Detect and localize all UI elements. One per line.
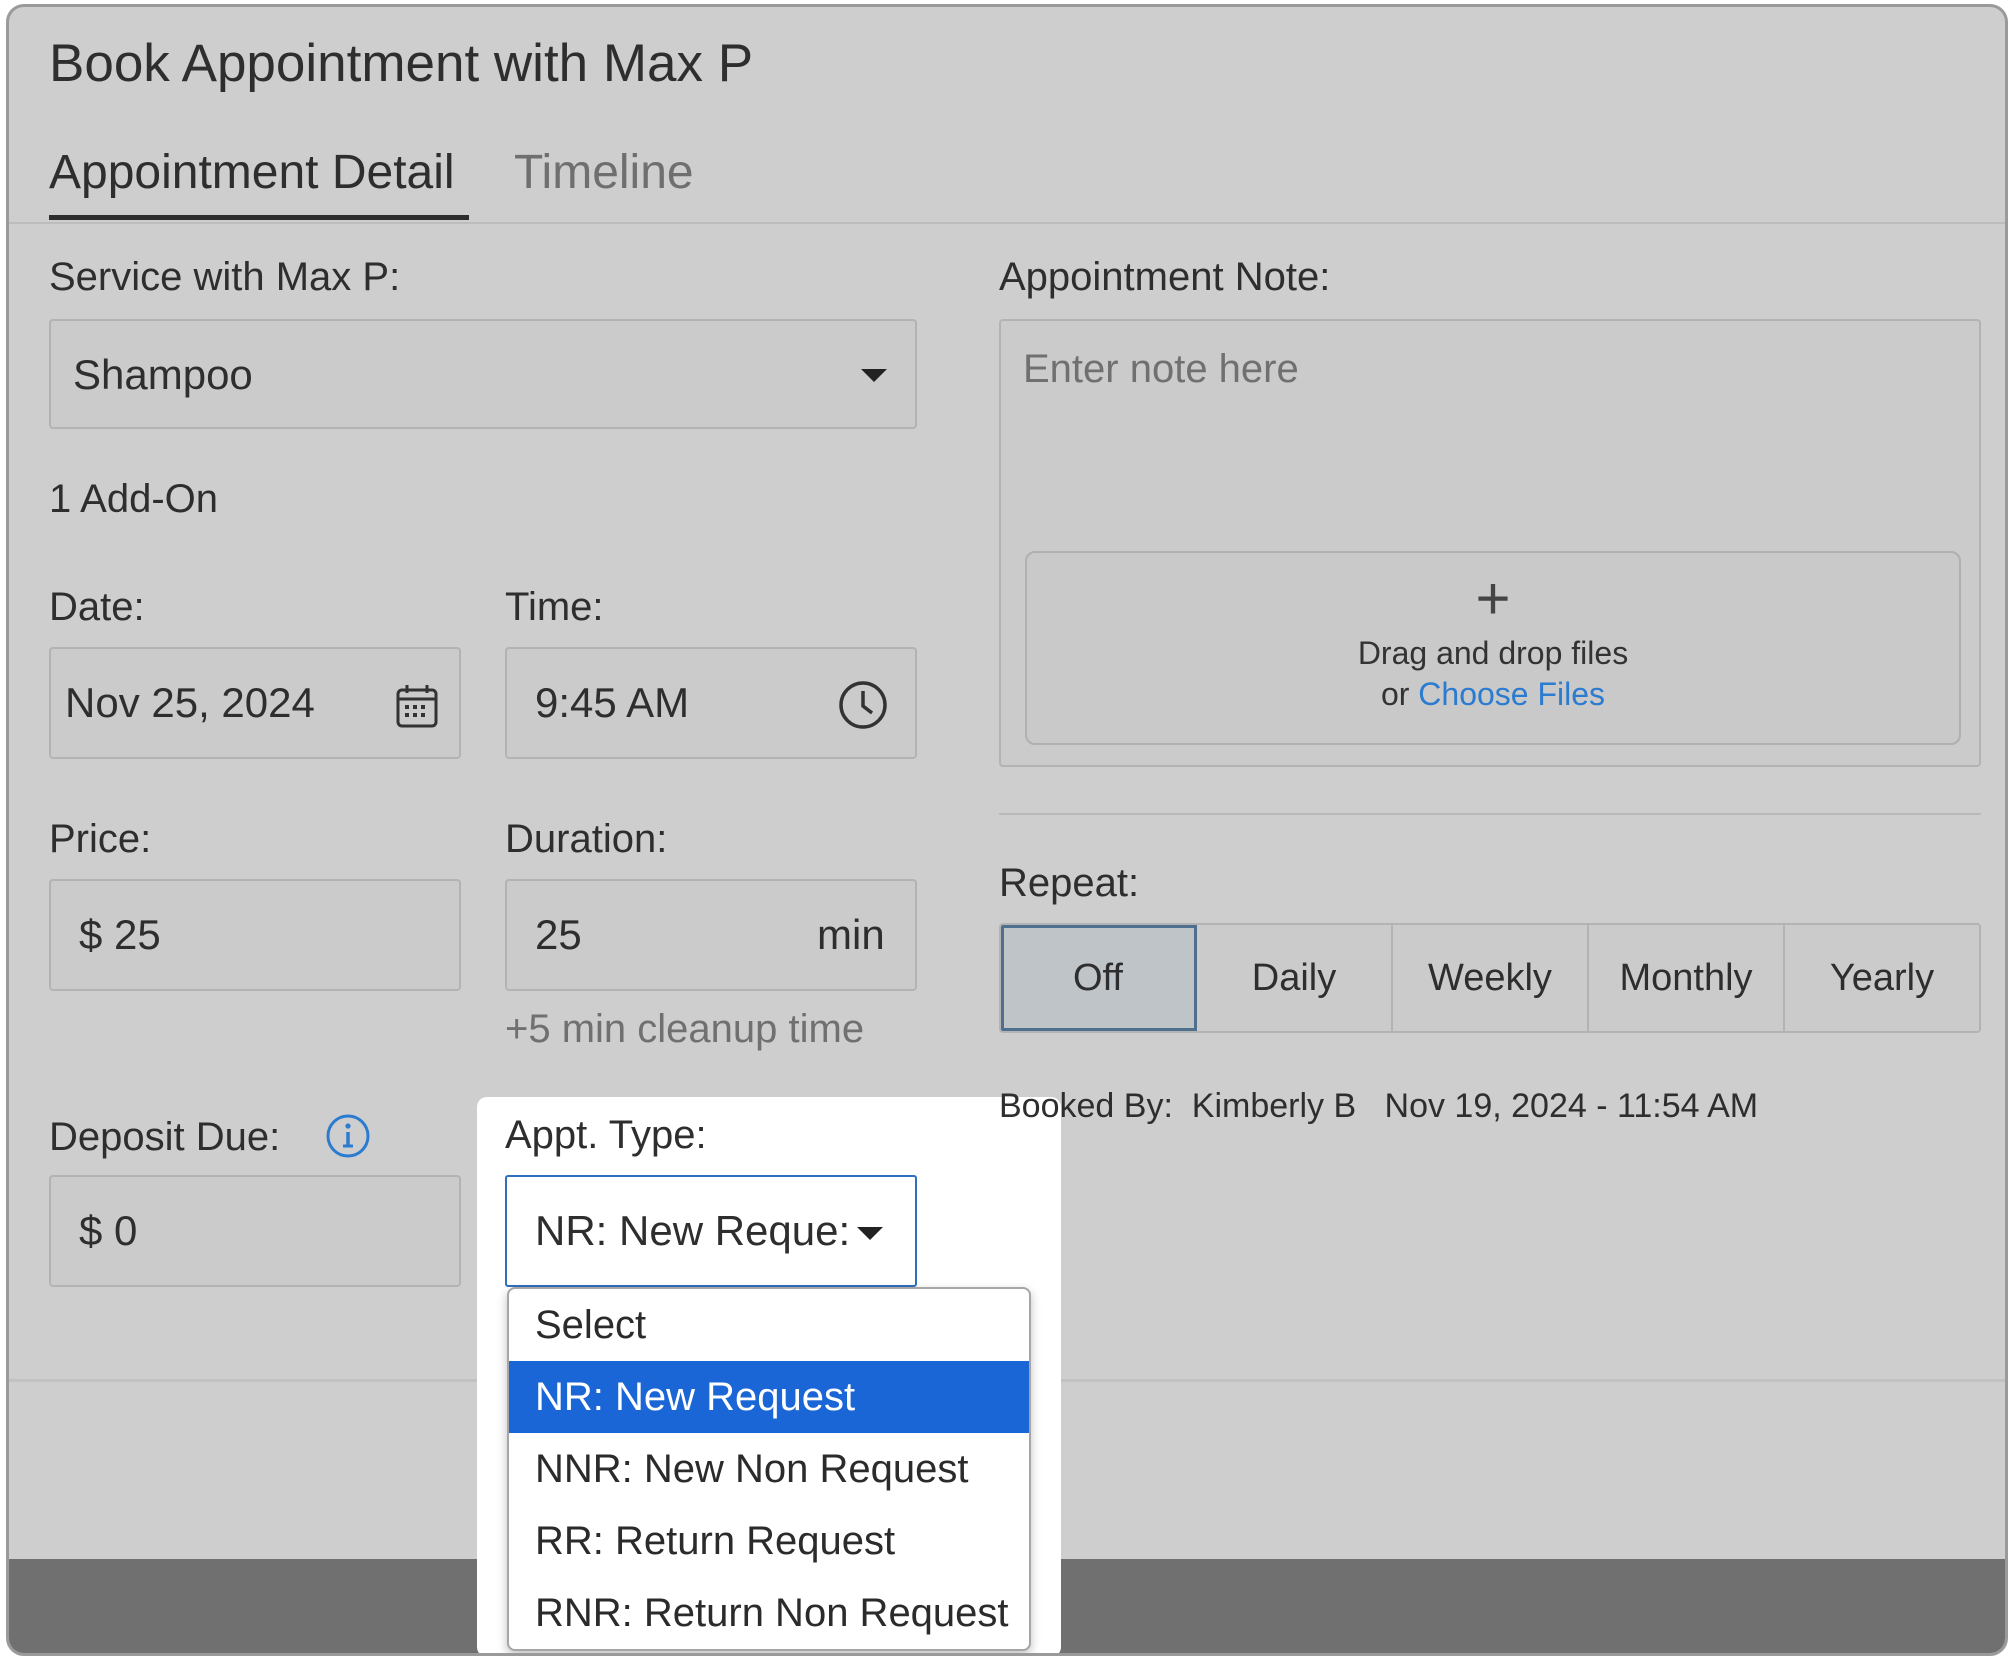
deposit-label: Deposit Due: xyxy=(49,1115,281,1159)
plus-icon: + xyxy=(1475,565,1511,632)
booking-dialog: Book Appointment with Max P Appointment … xyxy=(6,4,2008,1656)
duration-value: 25 xyxy=(535,911,582,958)
tabs-divider xyxy=(9,222,2005,224)
price-label: Price: xyxy=(49,817,152,861)
deposit-input[interactable]: $ 0 xyxy=(49,1175,461,1287)
cleanup-time-note: +5 min cleanup time xyxy=(505,1007,865,1051)
tab-timeline[interactable]: Timeline xyxy=(514,145,694,200)
repeat-segmented-control: Off Daily Weekly Monthly Yearly xyxy=(999,923,1981,1033)
booked-by-info: Booked By: Kimberly B Nov 19, 2024 - 11:… xyxy=(999,1087,1758,1126)
price-input[interactable]: $ 25 xyxy=(49,879,461,991)
appt-type-option-nnr[interactable]: NNR: New Non Request xyxy=(509,1433,1029,1505)
active-tab-indicator xyxy=(49,215,469,220)
booked-by-name: Kimberly B xyxy=(1191,1087,1357,1125)
service-select[interactable]: Shampoo xyxy=(49,319,917,429)
dropzone-text: Drag and drop files xyxy=(1357,635,1629,671)
repeat-label: Repeat: xyxy=(999,861,1140,905)
section-divider xyxy=(999,813,1981,815)
choose-files-link[interactable]: Choose Files xyxy=(1418,676,1605,712)
calendar-icon[interactable] xyxy=(395,683,439,729)
appt-type-option-nr[interactable]: NR: New Request xyxy=(509,1361,1029,1433)
time-value: 9:45 AM xyxy=(535,679,690,726)
appt-type-label: Appt. Type: xyxy=(505,1113,707,1157)
time-input[interactable]: 9:45 AM xyxy=(505,647,917,759)
note-textarea[interactable]: Enter note here + Drag and drop files or… xyxy=(999,319,1981,767)
duration-unit: min xyxy=(817,911,885,958)
addon-count: 1 Add-On xyxy=(49,477,219,521)
dropzone-or: or xyxy=(1380,676,1410,712)
appt-type-option-rnr[interactable]: RNR: Return Non Request xyxy=(509,1577,1029,1649)
service-value: Shampoo xyxy=(73,351,253,398)
service-label: Service with Max P: xyxy=(49,255,401,299)
booked-by-label: Booked By: xyxy=(999,1087,1173,1125)
appt-type-value: NR: New Reque: xyxy=(535,1207,847,1254)
repeat-off-button[interactable]: Off xyxy=(1001,925,1197,1031)
repeat-daily-button[interactable]: Daily xyxy=(1197,925,1393,1031)
info-icon[interactable] xyxy=(325,1113,371,1159)
dialog-title: Book Appointment with Max P xyxy=(49,34,754,93)
repeat-monthly-button[interactable]: Monthly xyxy=(1589,925,1785,1031)
note-placeholder: Enter note here xyxy=(1023,347,1299,391)
appt-type-dropdown: Select NR: New Request NNR: New Non Requ… xyxy=(507,1287,1031,1651)
chevron-down-icon xyxy=(857,1227,883,1240)
date-input[interactable]: Nov 25, 2024 xyxy=(49,647,461,759)
booked-datetime: Nov 19, 2024 - 11:54 AM xyxy=(1384,1087,1759,1125)
chevron-down-icon xyxy=(861,369,887,382)
repeat-yearly-button[interactable]: Yearly xyxy=(1785,925,1979,1031)
deposit-value: $ 0 xyxy=(79,1207,138,1254)
note-label: Appointment Note: xyxy=(999,255,1331,299)
clock-icon[interactable] xyxy=(837,679,889,731)
date-label: Date: xyxy=(49,585,145,629)
price-value: $ 25 xyxy=(79,911,161,958)
appt-type-option-rr[interactable]: RR: Return Request xyxy=(509,1505,1029,1577)
repeat-weekly-button[interactable]: Weekly xyxy=(1393,925,1589,1031)
appt-type-select[interactable]: NR: New Reque: xyxy=(505,1175,917,1287)
file-dropzone[interactable]: + Drag and drop files or Choose Files xyxy=(1025,551,1961,745)
duration-input[interactable]: 25 min xyxy=(505,879,917,991)
tab-appointment-detail[interactable]: Appointment Detail xyxy=(49,145,455,200)
appt-type-option-select[interactable]: Select xyxy=(509,1289,1029,1361)
duration-label: Duration: xyxy=(505,817,668,861)
time-label: Time: xyxy=(505,585,604,629)
dropzone-choose-line: or Choose Files xyxy=(1027,676,1959,713)
date-value: Nov 25, 2024 xyxy=(65,679,315,726)
